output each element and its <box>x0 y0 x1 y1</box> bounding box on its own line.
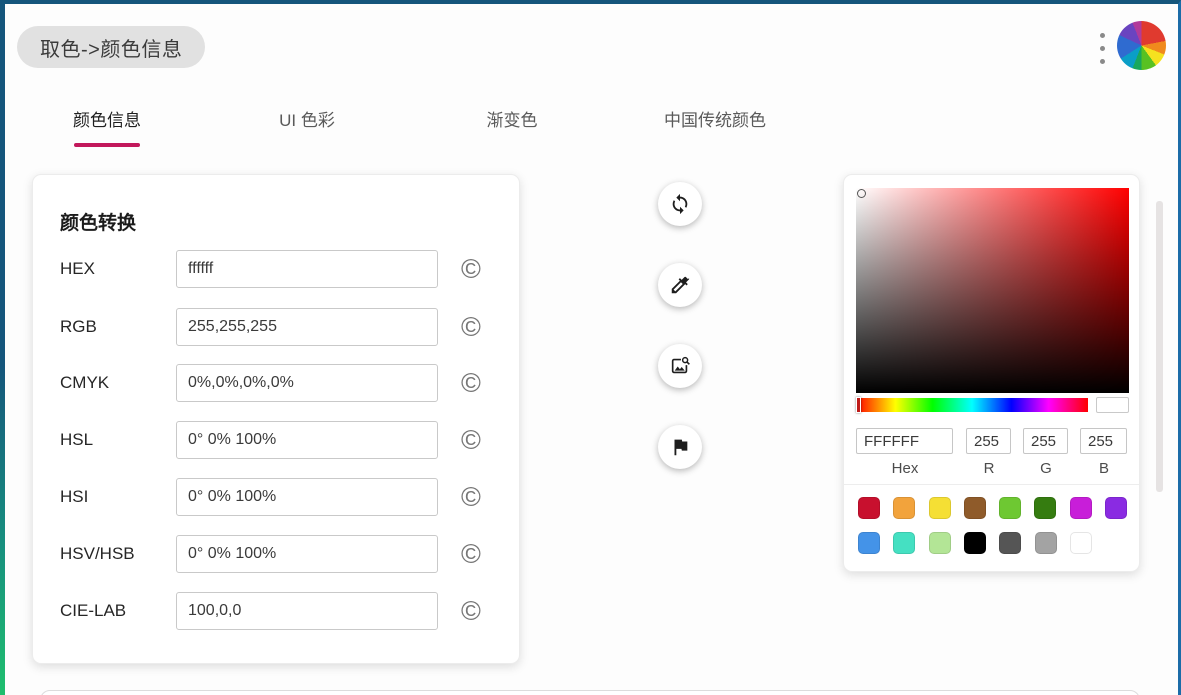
cmyk-input[interactable] <box>176 364 438 402</box>
divider <box>844 484 1139 485</box>
sync-refresh-button[interactable] <box>658 182 702 226</box>
eyedropper-button[interactable] <box>658 263 702 307</box>
color-swatch[interactable] <box>999 532 1021 554</box>
color-swatch[interactable] <box>999 497 1021 519</box>
picker-g-label: G <box>1040 460 1052 477</box>
flag-button[interactable] <box>658 425 702 469</box>
conv-row-rgb: RGB <box>33 308 519 346</box>
cielab-input[interactable] <box>176 592 438 630</box>
hsv-label: HSV/HSB <box>60 544 135 564</box>
picker-hex-label: Hex <box>892 460 919 477</box>
active-tab-underline <box>74 143 140 147</box>
copy-icon[interactable] <box>457 369 485 397</box>
color-swatch[interactable] <box>1070 532 1092 554</box>
copy-icon[interactable] <box>457 483 485 511</box>
card-title: 颜色转换 <box>60 208 136 235</box>
picker-r-label: R <box>984 460 995 477</box>
color-swatch[interactable] <box>1070 497 1092 519</box>
hex-input[interactable] <box>176 250 438 288</box>
picker-r-input[interactable] <box>966 428 1011 454</box>
conv-row-cmyk: CMYK <box>33 364 519 402</box>
color-swatch[interactable] <box>893 532 915 554</box>
tab-chinese-traditional-colors[interactable]: 中国传统颜色 <box>664 106 766 131</box>
tab-ui-colors[interactable]: UI 色彩 <box>279 106 335 131</box>
flag-icon <box>669 436 691 458</box>
tab-gradient-colors[interactable]: 渐变色 <box>487 106 538 131</box>
picker-hex-input[interactable] <box>856 428 953 454</box>
next-section-card-edge <box>40 690 1140 695</box>
hsl-input[interactable] <box>176 421 438 459</box>
rgb-input[interactable] <box>176 308 438 346</box>
color-swatch[interactable] <box>964 497 986 519</box>
color-swatch[interactable] <box>858 497 880 519</box>
app-window: 取色->颜色信息 颜色信息 UI 色彩 渐变色 中国传统颜色 颜色转换 HEX … <box>0 0 1181 695</box>
hex-label: HEX <box>60 259 95 279</box>
conv-row-hsl: HSL <box>33 421 519 459</box>
window-frame-gradient <box>0 4 5 695</box>
hue-slider[interactable] <box>856 398 1088 412</box>
color-swatch[interactable] <box>893 497 915 519</box>
scrollbar-thumb[interactable] <box>1156 201 1163 492</box>
conv-row-hsi: HSI <box>33 478 519 516</box>
color-swatch[interactable] <box>929 532 951 554</box>
hsl-label: HSL <box>60 430 93 450</box>
copy-icon[interactable] <box>457 426 485 454</box>
picker-g-input[interactable] <box>1023 428 1068 454</box>
color-wheel-icon[interactable] <box>1117 21 1166 70</box>
color-picker-panel: Hex R G B <box>843 174 1140 572</box>
image-search-button[interactable] <box>658 344 702 388</box>
color-swatch[interactable] <box>858 532 880 554</box>
picker-b-label: B <box>1099 460 1109 477</box>
cmyk-label: CMYK <box>60 373 109 393</box>
copy-icon[interactable] <box>457 597 485 625</box>
conv-row-hsv: HSV/HSB <box>33 535 519 573</box>
conv-row-hex: HEX <box>33 250 519 288</box>
cielab-label: CIE-LAB <box>60 601 126 621</box>
picker-b-input[interactable] <box>1080 428 1127 454</box>
image-search-icon <box>669 355 691 377</box>
sync-refresh-icon <box>669 193 691 215</box>
color-conversion-card: 颜色转换 HEX RGB CMYK HSL HSI HSV/HSB <box>32 174 520 664</box>
sv-selector-marker[interactable] <box>857 189 866 198</box>
hsi-input[interactable] <box>176 478 438 516</box>
tab-color-info[interactable]: 颜色信息 <box>73 106 141 131</box>
copy-icon[interactable] <box>457 255 485 283</box>
copy-icon[interactable] <box>457 313 485 341</box>
color-swatch[interactable] <box>1105 497 1127 519</box>
conv-row-cielab: CIE-LAB <box>33 592 519 630</box>
copy-icon[interactable] <box>457 540 485 568</box>
hsi-label: HSI <box>60 487 88 507</box>
color-swatch[interactable] <box>1035 532 1057 554</box>
kebab-menu-icon[interactable] <box>1100 33 1108 64</box>
preset-swatch-row-2 <box>858 532 1092 554</box>
eyedropper-icon <box>669 274 691 296</box>
preset-swatch-row-1 <box>858 497 1127 519</box>
hue-slider-handle[interactable] <box>856 397 861 413</box>
page-title-badge: 取色->颜色信息 <box>17 26 205 68</box>
saturation-value-gradient[interactable] <box>856 188 1129 393</box>
current-color-preview <box>1096 397 1129 413</box>
hsv-input[interactable] <box>176 535 438 573</box>
rgb-label: RGB <box>60 317 97 337</box>
color-swatch[interactable] <box>1034 497 1056 519</box>
color-swatch[interactable] <box>929 497 951 519</box>
color-swatch[interactable] <box>964 532 986 554</box>
